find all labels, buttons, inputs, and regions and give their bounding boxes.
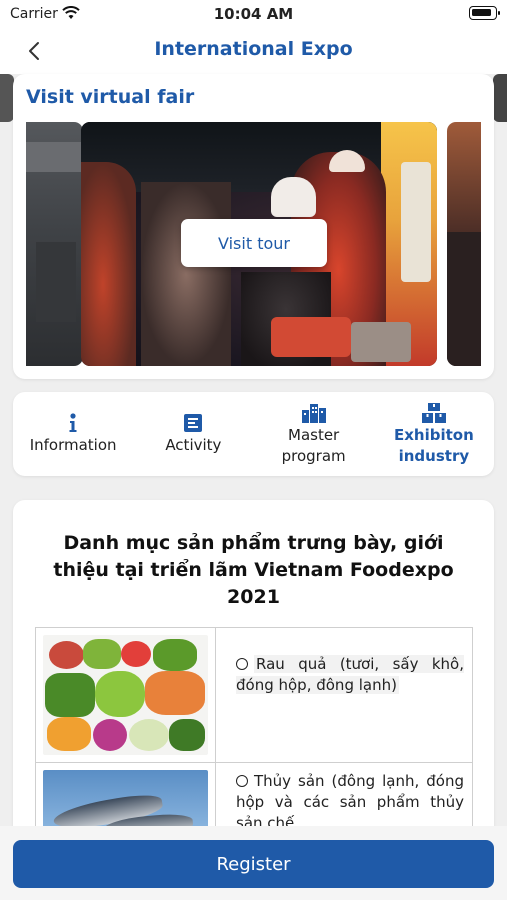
carousel-slide-current[interactable]: Visit tour [81, 122, 437, 366]
table-row: Rau quả (tươi, sấy khô, đóng hộp, đông l… [36, 628, 472, 763]
boxes-icon [421, 402, 447, 424]
visit-tour-button[interactable]: Visit tour [181, 219, 327, 267]
page-title: International Expo [154, 38, 353, 60]
virtual-fair-title: Visit virtual fair [26, 86, 195, 108]
carousel-slide-previous[interactable] [26, 122, 83, 366]
product-item-text: Rau quả (tươi, sấy khô, đóng hộp, đông l… [236, 655, 464, 694]
tab-exhibition-industry[interactable]: Exhibiton industry [374, 392, 494, 476]
carousel-edge-right [493, 74, 507, 122]
vegetables-image [43, 635, 208, 755]
tab-information-label: Information [29, 436, 117, 454]
register-bar: Register [0, 826, 507, 900]
catalog-title: Danh mục sản phẩm trưng bày, giới thiệu … [53, 532, 454, 608]
battery-icon [469, 6, 500, 20]
info-icon [68, 412, 78, 434]
register-button[interactable]: Register [13, 840, 494, 888]
tab-master-program-label: Master program [281, 425, 346, 465]
virtual-fair-card: Visit virtual fair Visit tour [13, 74, 494, 379]
buildings-icon [301, 402, 327, 424]
status-bar: Carrier 10:04 AM [0, 0, 507, 28]
carousel-edge-left [0, 74, 14, 122]
section-tabs: Information Activity Master program Exhi… [13, 392, 494, 476]
product-item-text: Thủy sản (đông lạnh, đóng hộp và các sản… [236, 772, 464, 832]
status-time: 10:04 AM [213, 5, 294, 23]
navigation-bar: International Expo [0, 28, 507, 74]
tab-exhibition-industry-label: Exhibiton industry [393, 425, 474, 465]
tab-activity[interactable]: Activity [133, 392, 253, 476]
tab-information[interactable]: Information [13, 392, 133, 476]
bullet-icon [236, 775, 248, 787]
carousel-slide-next[interactable] [447, 122, 481, 366]
list-icon [183, 412, 203, 434]
tab-activity-label: Activity [165, 436, 222, 454]
bullet-icon [236, 658, 248, 670]
tab-master-program[interactable]: Master program [254, 392, 374, 476]
